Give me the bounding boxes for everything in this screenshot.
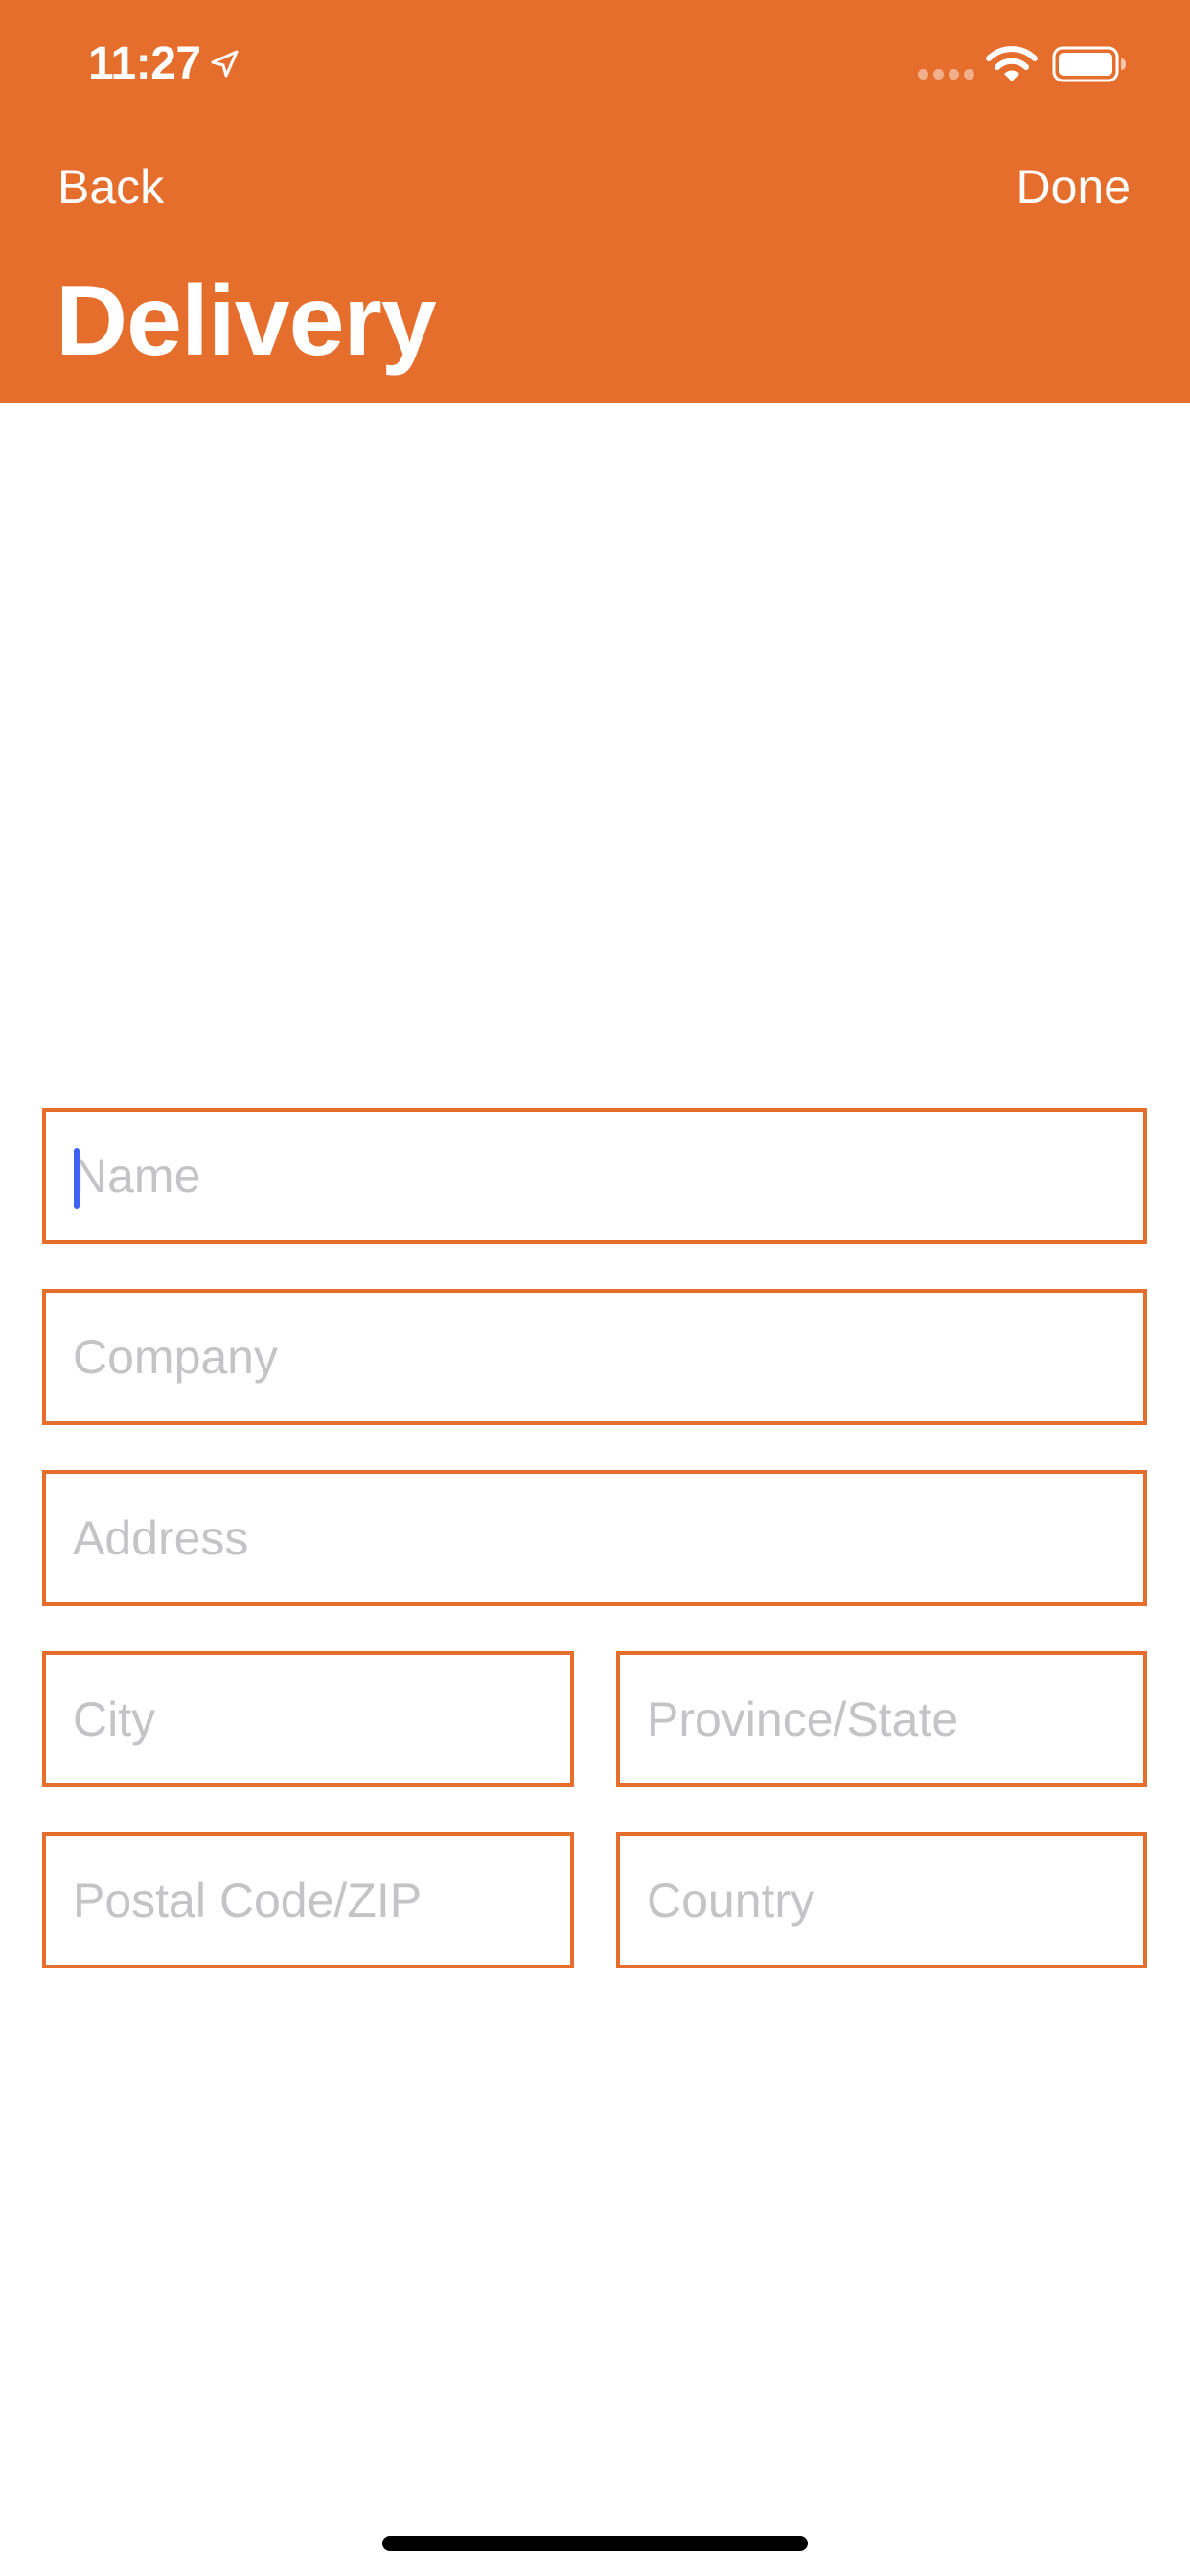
wifi-icon	[986, 46, 1038, 81]
company-input[interactable]	[46, 1293, 1143, 1421]
address-field[interactable]	[42, 1470, 1147, 1606]
status-bar: 11:27	[0, 0, 1190, 129]
company-field[interactable]	[42, 1289, 1147, 1425]
battery-icon	[1052, 46, 1126, 82]
country-input[interactable]	[620, 1836, 1143, 1965]
city-input[interactable]	[46, 1655, 570, 1783]
done-button[interactable]: Done	[1016, 158, 1131, 216]
name-input[interactable]	[46, 1112, 1143, 1240]
page-title: Delivery	[56, 265, 437, 377]
location-arrow-icon	[211, 50, 239, 78]
postal-code-field[interactable]	[42, 1832, 574, 1968]
address-input[interactable]	[46, 1474, 1143, 1602]
name-field[interactable]	[42, 1108, 1147, 1244]
city-field[interactable]	[42, 1651, 574, 1787]
province-field[interactable]	[616, 1651, 1147, 1787]
navigation-header: 11:27 Back Done Delivery	[0, 0, 1190, 402]
postal-code-input[interactable]	[46, 1836, 570, 1965]
signal-icon	[918, 69, 975, 80]
text-cursor	[74, 1148, 80, 1209]
country-field[interactable]	[616, 1832, 1147, 1968]
back-button[interactable]: Back	[57, 158, 164, 216]
home-indicator[interactable]	[382, 2536, 808, 2551]
status-time: 11:27	[88, 38, 201, 89]
province-input[interactable]	[620, 1655, 1143, 1783]
